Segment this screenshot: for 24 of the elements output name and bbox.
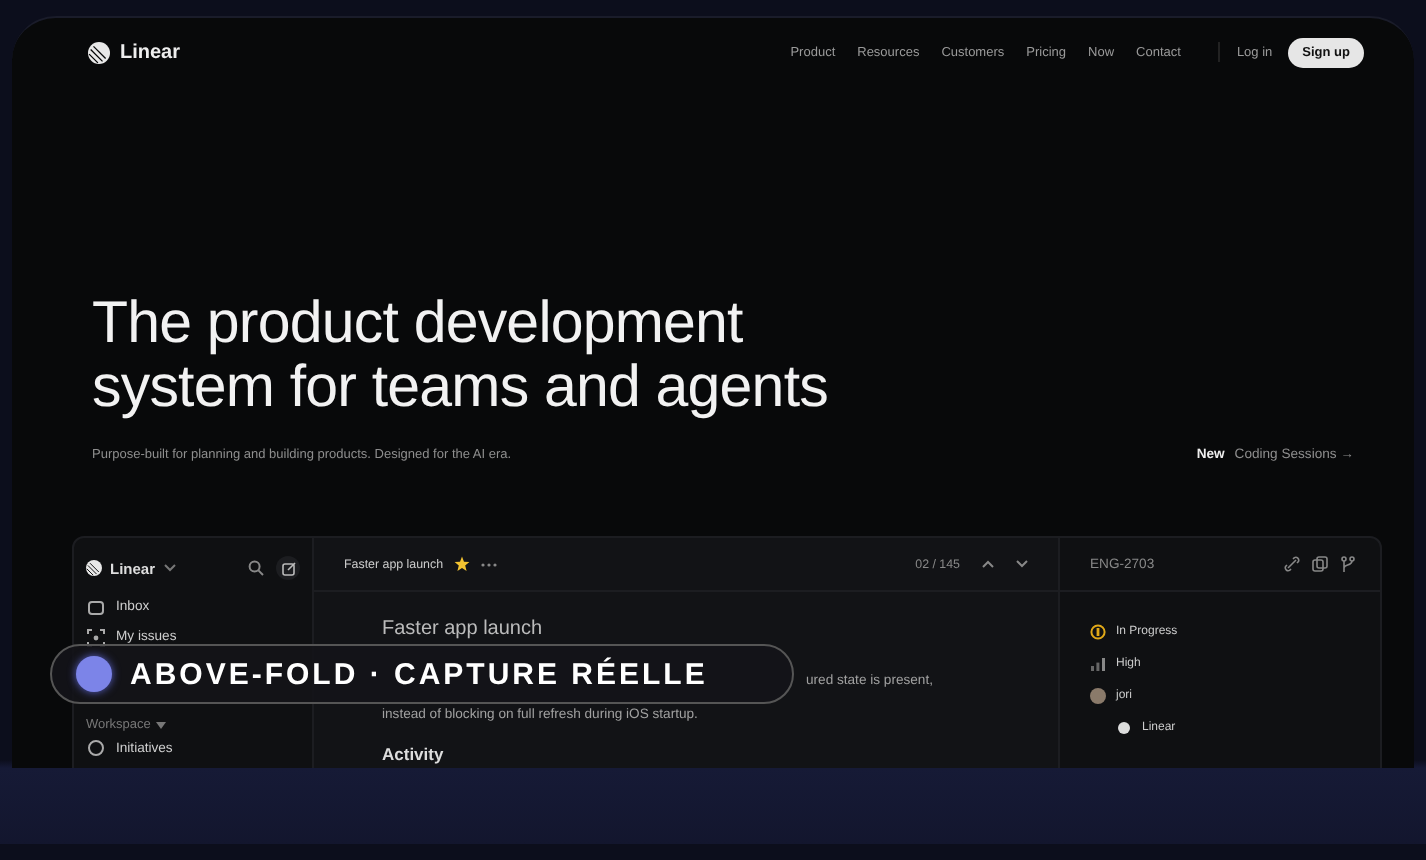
chevron-down-icon[interactable] <box>1016 560 1028 568</box>
issue-title: Faster app launch <box>382 618 545 642</box>
team-icon <box>1116 720 1132 736</box>
logo-icon <box>86 560 102 576</box>
target-icon <box>86 627 106 647</box>
search-icon <box>248 560 264 576</box>
inbox-icon <box>86 597 106 617</box>
copy-icon[interactable] <box>1312 556 1328 572</box>
more-icon <box>479 561 498 567</box>
badge-label: ABOVE-FOLD · CAPTURE RÉELLE <box>130 657 708 691</box>
branch-icon[interactable] <box>1340 556 1356 572</box>
compose-button[interactable] <box>276 556 300 580</box>
activity-heading: Activity <box>382 744 446 764</box>
circle-icon <box>86 738 106 758</box>
signal-bars-icon <box>1090 656 1106 672</box>
hero-headline: The product development system for teams and agents <box>92 292 830 420</box>
chevron-up-icon[interactable] <box>982 560 994 568</box>
progress-icon <box>1090 624 1106 640</box>
chevron-down-icon <box>163 564 176 572</box>
logo-icon <box>88 41 110 63</box>
brand-name[interactable]: Linear <box>120 41 181 63</box>
dot-icon <box>76 656 112 692</box>
link-icon[interactable] <box>1284 556 1300 572</box>
avatar-icon <box>1090 688 1106 704</box>
